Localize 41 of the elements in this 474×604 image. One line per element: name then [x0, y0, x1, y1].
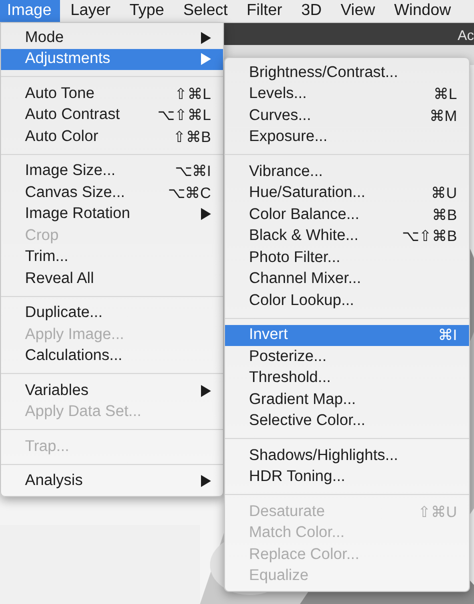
menu-item[interactable]: Auto Contrast ⌥⇧⌘L: [1, 104, 223, 126]
menu-title[interactable]: Type: [122, 0, 174, 22]
menu-item[interactable]: Adjustments: [1, 48, 223, 70]
menu-item[interactable]: Black & White... ⌥⇧⌘B: [225, 226, 469, 247]
menu-item[interactable]: Vibrance...: [225, 161, 469, 182]
menu-item[interactable]: Invert ⌘I: [225, 324, 469, 346]
menu-item[interactable]: Image Size... ⌥⌘I: [1, 160, 223, 182]
menu-title[interactable]: View: [334, 0, 384, 22]
menu-item[interactable]: HDR Toning...: [225, 466, 469, 488]
menu-item[interactable]: Reveal All: [1, 268, 223, 290]
menu-item[interactable]: Image Rotation: [1, 204, 223, 225]
menu-item[interactable]: Auto Tone ⇧⌘L: [1, 83, 223, 104]
menu-title[interactable]: Select: [176, 0, 237, 22]
menu-item[interactable]: Color Balance... ⌘B: [225, 204, 469, 226]
panel-title: Ac: [458, 26, 474, 42]
menu-item[interactable]: Gradient Map...: [225, 389, 469, 410]
menu-item[interactable]: Variables: [1, 380, 223, 402]
menu-item[interactable]: Analysis: [1, 470, 223, 492]
menu-title[interactable]: Layer: [63, 0, 120, 22]
menu-item[interactable]: Channel Mixer...: [225, 268, 469, 290]
menu-item[interactable]: Duplicate...: [1, 302, 223, 324]
menu-title[interactable]: Image: [0, 0, 60, 22]
menu-item[interactable]: Selective Color...: [225, 410, 469, 432]
menu-item[interactable]: Mode: [1, 27, 223, 48]
menu-item[interactable]: Canvas Size... ⌥⌘C: [1, 182, 223, 204]
menu-item[interactable]: Shadows/Highlights...: [225, 445, 469, 466]
menu-item[interactable]: Auto Color ⇧⌘B: [1, 126, 223, 148]
menu-item[interactable]: Trim...: [1, 246, 223, 268]
menu-item[interactable]: Color Lookup...: [225, 290, 469, 312]
menu-item[interactable]: Calculations...: [1, 346, 223, 367]
menu-item[interactable]: Brightness/Contrast...: [225, 62, 469, 84]
menu-item[interactable]: Levels... ⌘L: [225, 84, 469, 105]
menu-item[interactable]: Exposure...: [225, 126, 469, 148]
menu-title[interactable]: 3D: [294, 0, 331, 22]
menu-title[interactable]: Window: [387, 0, 460, 22]
menu-title[interactable]: Filter: [240, 0, 292, 22]
menu-item[interactable]: Curves... ⌘M: [225, 105, 469, 126]
menu-item[interactable]: Hue/Saturation... ⌘U: [225, 182, 469, 204]
menu-item[interactable]: Posterize...: [225, 346, 469, 368]
menu-item[interactable]: Threshold...: [225, 368, 469, 389]
menu-item[interactable]: Photo Filter...: [225, 247, 469, 268]
